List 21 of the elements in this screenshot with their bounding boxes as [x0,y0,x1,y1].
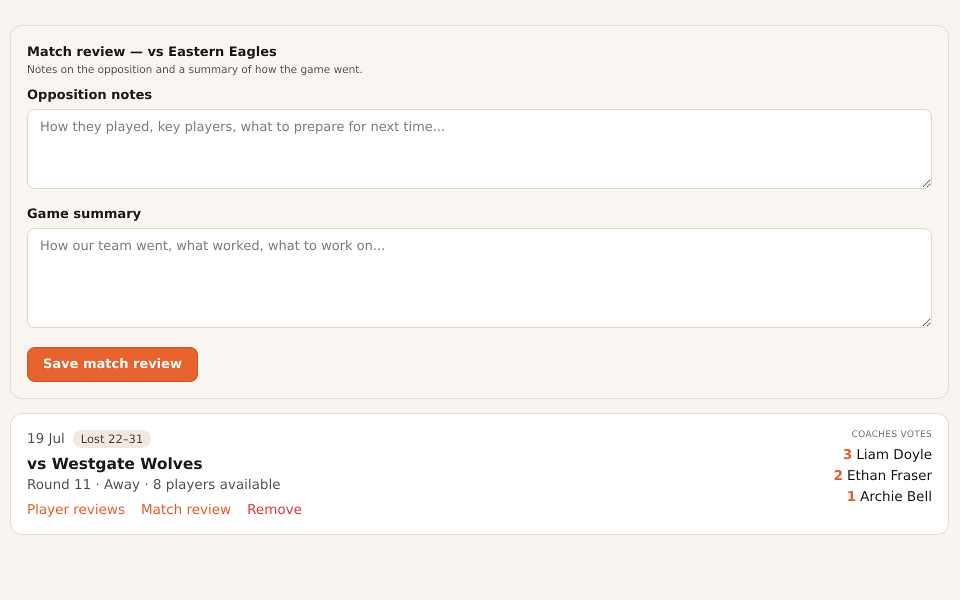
player-name: Ethan Fraser [847,468,932,484]
player-name: Liam Doyle [856,447,932,463]
match-title: vs Westgate Wolves [27,455,204,473]
match-date: 19 Jul [27,431,65,447]
form-title: Match review — vs Eastern Eagles [27,45,278,60]
result-badge: Lost 22–31 [72,430,152,448]
vote-points: 3 [842,447,852,463]
match-details: Round 11 · Away · 8 players available [27,477,282,493]
form-subtitle: Notes on the opposition and a summary of how the game went. [27,64,364,76]
field-label: Opposition notes [27,88,154,103]
vote-points: 1 [846,489,856,505]
action-link[interactable]: Player reviews [27,502,125,518]
player-name: Archie Bell [860,489,932,505]
text-area[interactable]: How they played, key players, what to prepare for next time... [27,109,932,189]
field-label: Game summary [27,207,142,222]
save-button[interactable]: Save match review [27,347,198,382]
text-area[interactable]: How our team went, what worked, what to work on... [27,228,932,328]
votes-heading: COACHES VOTES [852,430,932,440]
action-link[interactable]: Match review [140,502,232,518]
action-link[interactable]: Remove [247,502,302,518]
vote-points: 2 [834,468,843,484]
